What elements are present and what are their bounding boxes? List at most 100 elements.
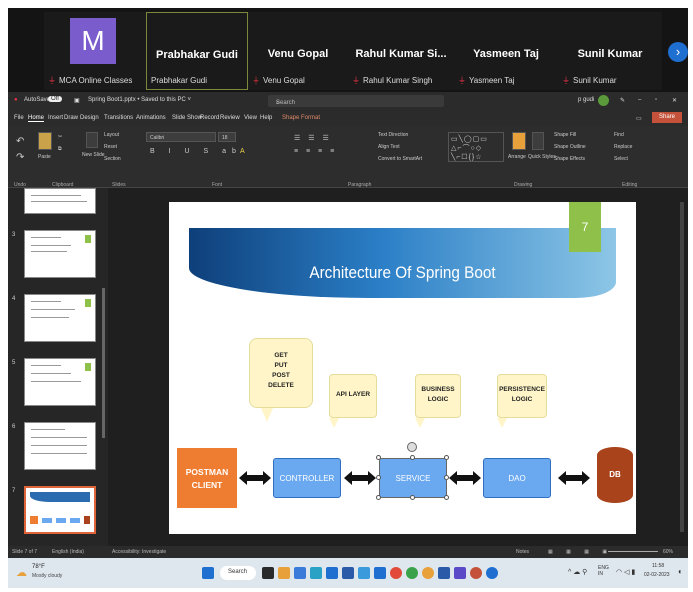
smartart-button[interactable]: Convert to SmartArt bbox=[378, 156, 422, 162]
arrange-button[interactable]: Arrange bbox=[508, 154, 526, 160]
resize-handle[interactable] bbox=[376, 455, 381, 460]
chrome-icon[interactable] bbox=[390, 567, 402, 579]
maximize-icon[interactable]: ▫ bbox=[655, 97, 657, 103]
copy-icon[interactable]: ⧉ bbox=[58, 146, 62, 152]
start-icon[interactable] bbox=[202, 567, 214, 579]
save-icon[interactable]: ▣ bbox=[74, 97, 80, 104]
font-color-icon[interactable]: A bbox=[240, 148, 245, 155]
menu-item-animations[interactable]: Animations bbox=[136, 115, 166, 121]
resize-handle[interactable] bbox=[444, 455, 449, 460]
reset-button[interactable]: Reset bbox=[104, 144, 117, 150]
new-slide-icon[interactable] bbox=[86, 132, 98, 148]
slide-thumbnail[interactable] bbox=[24, 230, 96, 278]
cut-icon[interactable]: ✂ bbox=[58, 134, 62, 140]
menu-item-transitions[interactable]: Transitions bbox=[104, 115, 133, 121]
app-icon[interactable] bbox=[342, 567, 354, 579]
search-input[interactable]: ⌕ Search bbox=[268, 95, 444, 107]
menu-item-insert[interactable]: Insert bbox=[48, 115, 63, 121]
align-text-button[interactable]: Align Text bbox=[378, 144, 400, 150]
shape-fill-button[interactable]: Shape Fill bbox=[554, 132, 576, 138]
resize-handle[interactable] bbox=[376, 495, 381, 500]
taskbar-search[interactable]: Search bbox=[220, 566, 256, 580]
weather-temp[interactable]: 78°F bbox=[32, 564, 45, 570]
autosave-toggle[interactable]: Off bbox=[48, 96, 62, 102]
task-view-icon[interactable] bbox=[262, 567, 274, 579]
layout-button[interactable]: Layout bbox=[104, 132, 119, 138]
slide-thumbnail[interactable] bbox=[24, 294, 96, 342]
powerpoint-icon[interactable] bbox=[470, 567, 482, 579]
accessibility-status[interactable]: Accessibility: Investigate bbox=[112, 549, 166, 555]
menu-item-file[interactable]: File bbox=[14, 115, 24, 121]
menu-item-review[interactable]: Review bbox=[220, 115, 240, 121]
file-explorer-icon[interactable] bbox=[278, 567, 290, 579]
slide-thumbnail-selected[interactable] bbox=[24, 486, 96, 534]
replace-button[interactable]: Replace bbox=[614, 144, 632, 150]
zoom-slider[interactable] bbox=[608, 551, 658, 552]
app-icon[interactable] bbox=[294, 567, 306, 579]
pen-icon[interactable]: ✎ bbox=[620, 97, 625, 104]
resize-handle[interactable] bbox=[410, 455, 415, 460]
find-button[interactable]: Find bbox=[614, 132, 624, 138]
app-icon[interactable] bbox=[374, 567, 386, 579]
undo-icon[interactable]: ↶ bbox=[16, 136, 24, 147]
canvas-scrollbar[interactable] bbox=[680, 202, 684, 532]
section-button[interactable]: Section bbox=[104, 156, 121, 162]
resize-handle[interactable] bbox=[410, 495, 415, 500]
text-direction-button[interactable]: Text Direction bbox=[378, 132, 408, 138]
wifi-volume-icons[interactable]: ◠ ◁ ▮ bbox=[616, 568, 635, 576]
app-icon[interactable] bbox=[326, 567, 338, 579]
shape-outline-button[interactable]: Shape Outline bbox=[554, 144, 586, 150]
teams-icon[interactable] bbox=[454, 567, 466, 579]
notes-button[interactable]: Notes bbox=[516, 549, 529, 555]
postman-client-box[interactable]: POSTMAN CLIENT bbox=[177, 448, 237, 508]
slide[interactable]: Architecture Of Spring Boot 7 GET PUT PO… bbox=[169, 202, 636, 534]
minimize-icon[interactable]: – bbox=[638, 97, 641, 103]
participant-tile-self[interactable]: M ⏚ MCA Online Classes bbox=[44, 12, 146, 90]
notification-icon[interactable]: ◐ bbox=[678, 567, 683, 576]
language[interactable]: English (India) bbox=[52, 549, 84, 555]
edge-icon[interactable] bbox=[310, 567, 322, 579]
rotate-handle-icon[interactable] bbox=[407, 442, 417, 452]
clock-date[interactable]: 02-02-2023 bbox=[644, 572, 670, 578]
new-slide-button[interactable]: New Slide bbox=[82, 152, 105, 158]
paste-button[interactable]: Paste bbox=[38, 154, 51, 160]
menu-item-design[interactable]: Design bbox=[80, 115, 99, 121]
callout-business-logic[interactable]: BUSINESS LOGIC bbox=[415, 374, 461, 418]
chevron-right-icon[interactable]: › bbox=[668, 42, 688, 62]
app-icon[interactable] bbox=[406, 567, 418, 579]
paste-icon[interactable] bbox=[38, 132, 52, 150]
dao-box[interactable]: DAO bbox=[483, 458, 551, 498]
font-format-icons[interactable]: B I U S ab bbox=[150, 148, 242, 155]
word-icon[interactable] bbox=[438, 567, 450, 579]
app-icon[interactable] bbox=[422, 567, 434, 579]
service-box[interactable]: SERVICE bbox=[379, 458, 447, 498]
align-icons[interactable]: ≡ ≡ ≡ ≡ bbox=[294, 148, 337, 155]
slide-thumbnail[interactable] bbox=[24, 358, 96, 406]
menu-item-home[interactable]: Home bbox=[28, 115, 45, 122]
menu-item-help[interactable]: Help bbox=[260, 115, 272, 121]
app-icon[interactable] bbox=[358, 567, 370, 579]
slide-thumbnail[interactable] bbox=[24, 188, 96, 214]
participant-tile-venu[interactable]: Venu Gopal ⏚ Venu Gopal bbox=[248, 12, 348, 90]
select-button[interactable]: Select bbox=[614, 156, 628, 162]
avatar[interactable] bbox=[598, 95, 609, 106]
participant-tile-rahul[interactable]: Rahul Kumar Si... ⏚ Rahul Kumar Singh bbox=[348, 12, 454, 90]
slide-title[interactable]: Architecture Of Spring Boot bbox=[210, 263, 594, 283]
close-icon[interactable]: ✕ bbox=[672, 97, 677, 104]
thumbnail-scrollbar[interactable] bbox=[102, 288, 105, 438]
quick-styles-button[interactable]: Quick Styles bbox=[528, 154, 556, 160]
file-name[interactable]: Spring Boot1.pptx • Saved to this PC ˅ bbox=[88, 97, 191, 103]
comment-icon[interactable]: ▭ bbox=[636, 115, 642, 122]
share-button[interactable]: Share bbox=[652, 112, 682, 123]
language-indicator[interactable]: ENG IN bbox=[598, 565, 612, 577]
menu-item-draw[interactable]: Draw bbox=[64, 115, 78, 121]
font-name-select[interactable]: Calibri bbox=[146, 132, 216, 142]
participant-tile-sunil[interactable]: Sunil Kumar ⏚ Sunil Kumar bbox=[558, 12, 662, 90]
app-icon[interactable] bbox=[486, 567, 498, 579]
resize-handle[interactable] bbox=[444, 495, 449, 500]
controller-box[interactable]: CONTROLLER bbox=[273, 458, 341, 498]
tray-icons[interactable]: ^ ☁ ⚲ bbox=[568, 568, 587, 576]
clock-time[interactable]: 11:58 bbox=[652, 563, 664, 569]
callout-persistence-logic[interactable]: PERSISTENCE LOGIC bbox=[497, 374, 547, 418]
slide-thumbnail[interactable] bbox=[24, 422, 96, 470]
